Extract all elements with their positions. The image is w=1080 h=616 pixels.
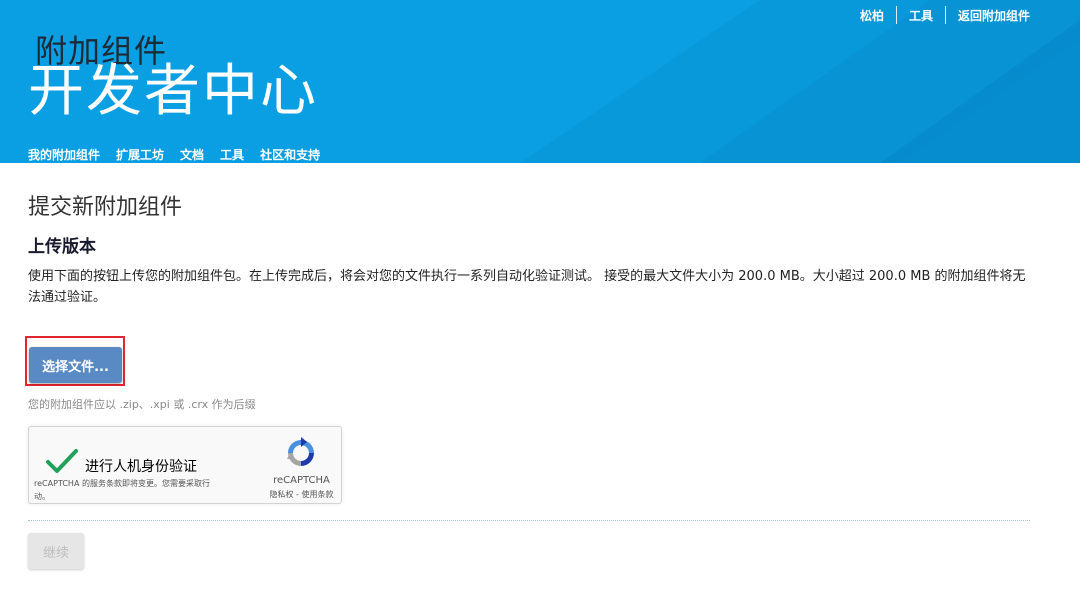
top-links: 松柏 工具 返回附加组件 bbox=[848, 6, 1030, 24]
nav-my-addons[interactable]: 我的附加组件 bbox=[28, 146, 100, 163]
nav-extension-workshop[interactable]: 扩展工坊 bbox=[116, 146, 164, 163]
recaptcha-widget[interactable]: 进行人机身份验证 reCAPTCHA 的服务条款即将变更。您需要采取行动。 re… bbox=[28, 426, 342, 504]
recaptcha-brand: reCAPTCHA bbox=[273, 475, 330, 486]
nav-community-support[interactable]: 社区和支持 bbox=[260, 146, 320, 163]
choose-file-button[interactable]: 选择文件... bbox=[29, 347, 122, 383]
upload-hint: 您的附加组件应以 .zip、.xpi 或 .crx 作为后缀 bbox=[28, 398, 256, 411]
top-link-tools[interactable]: 工具 bbox=[897, 7, 945, 24]
nav-docs[interactable]: 文档 bbox=[180, 146, 204, 163]
section-title: 上传版本 bbox=[28, 237, 96, 257]
nav-tools[interactable]: 工具 bbox=[220, 146, 244, 163]
recaptcha-logo-icon bbox=[287, 437, 314, 466]
recaptcha-links[interactable]: 隐私权 - 使用条款 bbox=[259, 489, 344, 500]
top-link-user[interactable]: 松柏 bbox=[848, 7, 896, 24]
site-header: 松柏 工具 返回附加组件 附加组件 开发者中心 我的附加组件 扩展工坊 文档 工… bbox=[0, 0, 1080, 163]
checkmark-icon[interactable] bbox=[45, 447, 79, 475]
main-nav: 我的附加组件 扩展工坊 文档 工具 社区和支持 bbox=[28, 146, 320, 163]
top-link-back-to-addons[interactable]: 返回附加组件 bbox=[946, 7, 1030, 24]
page-title: 提交新附加组件 bbox=[28, 195, 183, 220]
upload-description: 使用下面的按钮上传您的附加组件包。在上传完成后，将会对您的文件执行一系列自动化验… bbox=[28, 269, 1026, 305]
continue-button[interactable]: 继续 bbox=[28, 533, 84, 569]
site-title[interactable]: 开发者中心 bbox=[28, 58, 318, 126]
recaptcha-terms-notice[interactable]: reCAPTCHA 的服务条款即将变更。您需要采取行动。 bbox=[34, 477, 224, 503]
divider bbox=[28, 520, 1030, 521]
recaptcha-label: 进行人机身份验证 bbox=[85, 459, 197, 475]
